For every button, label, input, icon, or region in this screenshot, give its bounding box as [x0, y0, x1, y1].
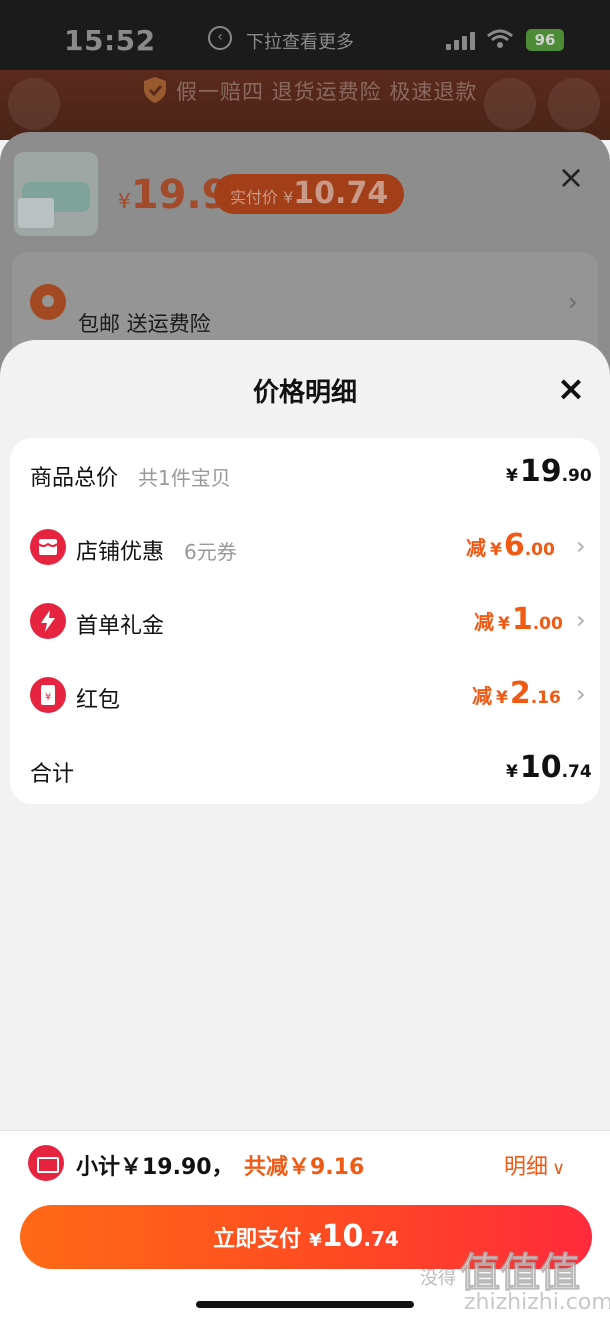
- price-row-total: 合计 ¥10.74: [10, 734, 600, 806]
- row-value: ¥19.90: [506, 454, 592, 489]
- more-circle-icon: [548, 78, 600, 130]
- watermark: 没得 值值值 zhizhizhi.com: [420, 1250, 610, 1316]
- price-row-red-envelope[interactable]: ¥ 红包 减 ¥2.16 ›: [10, 660, 600, 732]
- row-label: 店铺优惠: [76, 540, 165, 565]
- row-value: ¥10.74: [506, 750, 592, 785]
- cellular-signal-icon: [446, 32, 476, 50]
- pull-down-hint: 下拉查看更多: [246, 32, 354, 53]
- home-indicator[interactable]: [196, 1301, 414, 1308]
- close-icon[interactable]: ×: [556, 372, 586, 406]
- pay-amount-dec: .74: [363, 1227, 399, 1251]
- battery-icon: 96: [526, 29, 564, 51]
- price-row-goods-total: 商品总价 共1件宝贝 ¥19.90: [10, 438, 600, 510]
- detail-toggle-button[interactable]: 明细 ∨: [504, 1149, 565, 1181]
- price-row-first-order-gift[interactable]: 首单礼金 减 ¥1.00 ›: [10, 586, 600, 658]
- paid-label: 实付价: [230, 188, 279, 207]
- row-sub: 共1件宝贝: [138, 466, 231, 490]
- detail-toggle-label: 明细: [504, 1155, 549, 1180]
- red-envelope-icon: ¥: [30, 677, 66, 713]
- chevron-right-icon: ›: [576, 680, 586, 708]
- shipping-text: 包邮 送运费险: [78, 312, 211, 336]
- status-time: 15:52: [64, 24, 156, 57]
- close-icon[interactable]: ×: [556, 161, 586, 193]
- price-detail-card: 商品总价 共1件宝贝 ¥19.90 店铺优惠 6元券 减 ¥6.00 › 首单礼金: [10, 438, 600, 804]
- chevron-right-icon: ›: [576, 606, 586, 634]
- row-label: 红包: [76, 688, 121, 713]
- back-circle-icon: [8, 78, 60, 130]
- subtotal-text: 小计￥19.90，: [76, 1155, 234, 1180]
- product-price: ¥19.9: [118, 172, 230, 218]
- shield-icon: [144, 77, 166, 103]
- row-label: 合计: [30, 762, 75, 787]
- row-label: 商品总价: [30, 466, 119, 491]
- pay-label: 立即支付: [213, 1227, 302, 1252]
- ticket-icon: [28, 1145, 64, 1181]
- lightning-icon: [30, 603, 66, 639]
- pay-symbol: ¥: [309, 1230, 322, 1251]
- row-value: 减 ¥2.16: [472, 676, 561, 711]
- modal-title: 价格明细: [252, 378, 357, 408]
- guarantee-text: 假一赔四 退货运费险 极速退款: [176, 80, 478, 104]
- share-circle-icon: [484, 78, 536, 130]
- row-value: 减 ¥6.00: [466, 528, 555, 563]
- row-label: 首单礼金: [76, 614, 165, 639]
- row-sub: 6元券: [184, 540, 237, 564]
- saved-amount-text: 共减￥9.16: [244, 1155, 365, 1180]
- status-bar: 15:52 ‹ 下拉查看更多 96: [0, 0, 610, 74]
- chevron-down-icon: ∨: [552, 1158, 566, 1179]
- paid-price-badge: 实付价 ¥10.74: [214, 174, 405, 214]
- price-row-shop-discount[interactable]: 店铺优惠 6元券 减 ¥6.00 ›: [10, 512, 600, 584]
- location-icon: [30, 284, 66, 320]
- product-thumbnail: [14, 152, 98, 236]
- pay-amount-int: 10: [321, 1219, 364, 1254]
- paid-symbol: ¥: [283, 188, 294, 207]
- row-value: 减 ¥1.00: [474, 602, 563, 637]
- back-to-app-icon[interactable]: ‹: [208, 26, 232, 50]
- wifi-icon: [487, 29, 513, 48]
- paid-amount: 10.74: [293, 176, 389, 211]
- shop-icon: [30, 529, 66, 565]
- chevron-right-icon: ›: [568, 288, 578, 316]
- chevron-right-icon: ›: [576, 532, 586, 560]
- svg-text:¥: ¥: [45, 692, 51, 703]
